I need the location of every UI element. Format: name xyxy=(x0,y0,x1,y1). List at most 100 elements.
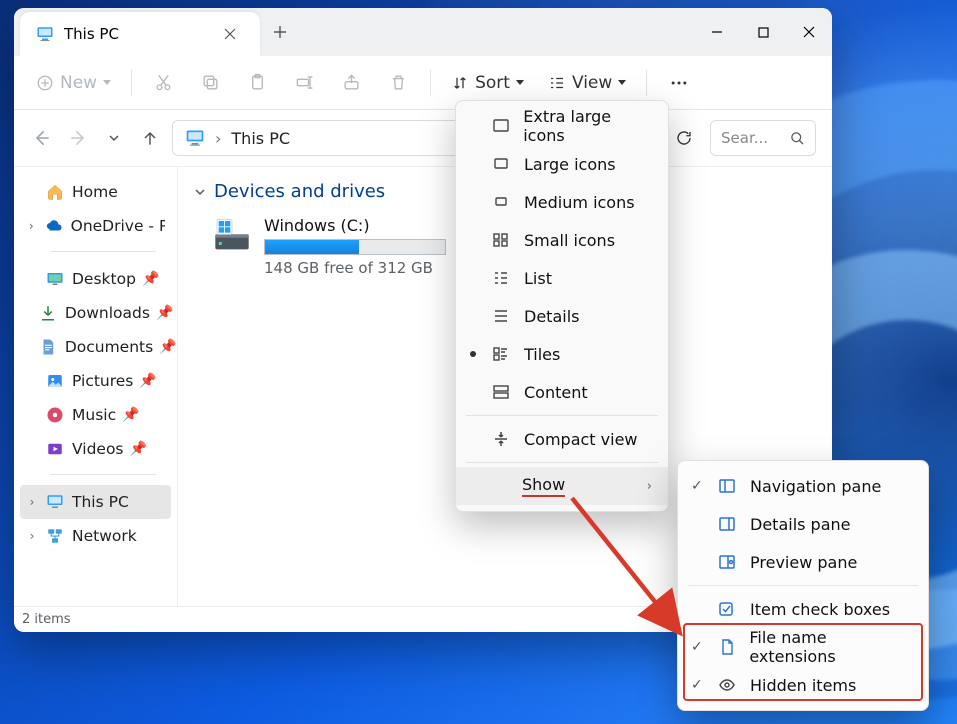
drive-usage-bar xyxy=(264,239,446,255)
show-preview-pane[interactable]: Preview pane xyxy=(678,543,928,581)
refresh-button[interactable] xyxy=(666,120,702,156)
share-button[interactable] xyxy=(330,67,373,98)
tab-this-pc[interactable]: This PC xyxy=(20,12,260,56)
tiles-icon xyxy=(492,345,510,363)
nav-desktop[interactable]: ›Desktop📌 xyxy=(20,262,171,296)
search-input[interactable]: Sear... xyxy=(710,120,816,156)
view-compact[interactable]: Compact view xyxy=(456,420,668,458)
chevron-right-icon: › xyxy=(647,479,652,494)
nav-music-label: Music xyxy=(72,406,116,424)
view-small-icons[interactable]: Small icons xyxy=(456,221,668,259)
view-list[interactable]: List xyxy=(456,259,668,297)
this-pc-icon xyxy=(46,493,64,511)
nav-onedrive[interactable]: › OneDrive - Pe xyxy=(20,209,171,243)
network-icon xyxy=(46,527,64,545)
breadcrumb-this-pc[interactable]: This PC xyxy=(231,129,290,148)
chevron-right-icon: › xyxy=(215,129,221,148)
drive-free-text: 148 GB free of 312 GB xyxy=(264,259,446,277)
nav-this-pc[interactable]: ›This PC xyxy=(20,485,171,519)
selected-dot-icon xyxy=(470,351,476,357)
nav-pictures-label: Pictures xyxy=(72,372,133,390)
up-button[interactable] xyxy=(136,124,164,152)
tab-title: This PC xyxy=(64,25,119,43)
this-pc-icon xyxy=(185,128,205,148)
navigation-pane-icon xyxy=(718,477,736,495)
compact-view-icon xyxy=(492,430,510,448)
window-control-buttons xyxy=(694,8,832,56)
back-button[interactable] xyxy=(28,124,56,152)
nav-network-label: Network xyxy=(72,527,137,545)
checkbox-icon xyxy=(718,600,736,618)
small-icons-icon xyxy=(492,231,510,249)
delete-button[interactable] xyxy=(377,67,420,98)
file-extensions-icon xyxy=(718,638,735,656)
check-icon: ✓ xyxy=(691,677,703,693)
show-details-pane[interactable]: Details pane xyxy=(678,505,928,543)
drive-icon xyxy=(212,216,252,256)
view-show[interactable]: Show › xyxy=(456,467,668,505)
view-content[interactable]: Content xyxy=(456,373,668,411)
sort-label: Sort xyxy=(475,73,510,93)
search-icon xyxy=(790,131,805,146)
show-submenu: ✓Navigation pane Details pane Preview pa… xyxy=(677,460,929,711)
show-file-name-extensions[interactable]: ✓File name extensions xyxy=(678,628,928,666)
medium-icons-icon xyxy=(492,193,510,211)
nav-onedrive-label: OneDrive - Pe xyxy=(71,217,165,235)
new-tab-button[interactable] xyxy=(260,8,300,56)
view-label: View xyxy=(572,73,612,93)
sort-button[interactable]: Sort xyxy=(441,67,534,99)
new-button[interactable]: New xyxy=(26,67,121,99)
view-details[interactable]: Details xyxy=(456,297,668,335)
new-label: New xyxy=(60,73,97,93)
nav-documents-label: Documents xyxy=(65,338,153,356)
nav-documents[interactable]: ›Documents📌 xyxy=(20,330,171,364)
navigation-pane[interactable]: › Home › OneDrive - Pe ›Desktop📌 ›Downlo… xyxy=(14,167,178,606)
view-large-icons[interactable]: Large icons xyxy=(456,145,668,183)
pin-icon: 📌 xyxy=(142,271,159,287)
recent-locations-button[interactable] xyxy=(100,124,128,152)
nav-network[interactable]: ›Network xyxy=(20,519,171,553)
view-extra-large-icons[interactable]: Extra large icons xyxy=(456,107,668,145)
tab-close-button[interactable] xyxy=(216,20,244,48)
pictures-icon xyxy=(46,372,64,390)
view-medium-icons[interactable]: Medium icons xyxy=(456,183,668,221)
view-menu: Extra large icons Large icons Medium ico… xyxy=(455,100,669,512)
maximize-button[interactable] xyxy=(740,8,786,56)
check-icon: ✓ xyxy=(691,478,703,494)
show-hidden-items[interactable]: ✓Hidden items xyxy=(678,666,928,704)
pin-icon: 📌 xyxy=(130,441,147,457)
paste-button[interactable] xyxy=(236,67,279,98)
desktop-icon xyxy=(46,270,64,288)
nav-music[interactable]: ›Music📌 xyxy=(20,398,171,432)
list-icon xyxy=(492,269,510,287)
titlebar[interactable]: This PC xyxy=(14,8,832,56)
nav-pictures[interactable]: ›Pictures📌 xyxy=(20,364,171,398)
copy-button[interactable] xyxy=(189,67,232,98)
nav-downloads-label: Downloads xyxy=(65,304,150,322)
more-button[interactable] xyxy=(657,67,701,99)
nav-downloads[interactable]: ›Downloads📌 xyxy=(20,296,171,330)
nav-home-label: Home xyxy=(72,183,118,201)
address-row: › This PC Sear... xyxy=(14,110,832,166)
rename-button[interactable] xyxy=(283,67,326,98)
this-pc-icon xyxy=(36,25,54,43)
details-icon xyxy=(492,307,510,325)
home-icon xyxy=(46,183,64,201)
show-item-check-boxes[interactable]: Item check boxes xyxy=(678,590,928,628)
view-button[interactable]: View xyxy=(538,67,636,99)
cut-button[interactable] xyxy=(142,67,185,98)
show-navigation-pane[interactable]: ✓Navigation pane xyxy=(678,467,928,505)
music-icon xyxy=(46,406,64,424)
section-label: Devices and drives xyxy=(214,181,385,202)
nav-home[interactable]: › Home xyxy=(20,175,171,209)
pin-icon: 📌 xyxy=(159,339,176,355)
videos-icon xyxy=(46,440,64,458)
extra-large-icons-icon xyxy=(492,117,509,135)
forward-button[interactable] xyxy=(64,124,92,152)
close-button[interactable] xyxy=(786,8,832,56)
nav-videos[interactable]: ›Videos📌 xyxy=(20,432,171,466)
view-tiles[interactable]: Tiles xyxy=(456,335,668,373)
onedrive-icon xyxy=(45,217,63,235)
minimize-button[interactable] xyxy=(694,8,740,56)
documents-icon xyxy=(39,338,57,356)
